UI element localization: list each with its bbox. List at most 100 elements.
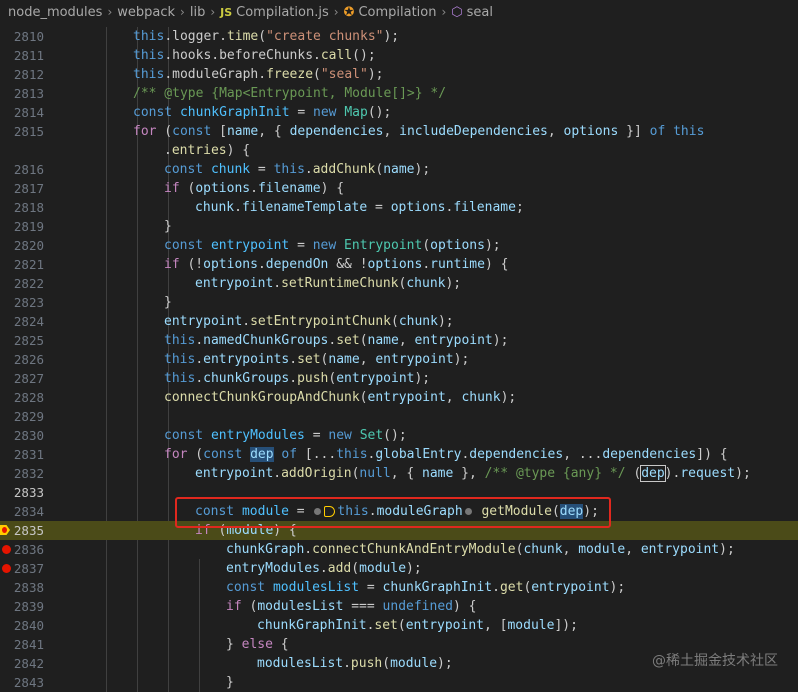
code-token: chunk xyxy=(461,390,501,405)
code-token: entrypoint xyxy=(210,238,290,253)
code-text: chunk.filenameTemplate = options.filenam… xyxy=(195,198,524,217)
code-line[interactable]: 2815 for (const [name, { dependencies, in… xyxy=(0,122,798,141)
line-number[interactable]: 2834 xyxy=(0,502,44,521)
code-line[interactable]: 2821 if (!options.dependOn && !options.ru… xyxy=(0,255,798,274)
code-token: } xyxy=(226,637,242,652)
line-number[interactable]: 2817 xyxy=(0,179,44,198)
line-number[interactable]: 2839 xyxy=(0,597,44,616)
line-number[interactable]: 2820 xyxy=(0,236,44,255)
line-number[interactable]: 2842 xyxy=(0,654,44,673)
line-number[interactable]: 2831 xyxy=(0,445,44,464)
code-text: this.namedChunkGroups.set(name, entrypoi… xyxy=(164,331,508,350)
line-number[interactable]: 2829 xyxy=(0,407,44,426)
code-token: for xyxy=(164,447,188,462)
breakpoint-icon[interactable] xyxy=(2,545,11,554)
line-number[interactable]: 2816 xyxy=(0,160,44,179)
breakpoint-icon[interactable] xyxy=(2,564,11,573)
code-line[interactable]: 2814 const chunkGraphInit = new Map(); xyxy=(0,103,798,122)
line-number[interactable]: 2841 xyxy=(0,635,44,654)
code-text: if (options.filename) { xyxy=(164,179,344,198)
code-line[interactable]: 2838 const modulesList = chunkGraphInit.g… xyxy=(0,578,798,597)
code-token: for xyxy=(133,124,157,139)
code-token: ( xyxy=(422,238,431,253)
breadcrumb-item-lib[interactable]: lib xyxy=(190,5,205,20)
code-line[interactable]: 2817 if (options.filename) { xyxy=(0,179,798,198)
line-number[interactable]: 2825 xyxy=(0,331,44,350)
code-line[interactable]: 2812 this.moduleGraph.freeze("seal"); xyxy=(0,65,798,84)
code-line[interactable]: 2828 connectChunkGroupAndChunk(entrypoint… xyxy=(0,388,798,407)
code-line[interactable]: 2813 /** @type {Map<Entrypoint, Module[]>… xyxy=(0,84,798,103)
code-line[interactable]: 2810 this.logger.time("create chunks"); xyxy=(0,27,798,46)
line-number[interactable]: 2819 xyxy=(0,217,44,236)
code-token: dependencies xyxy=(602,447,697,462)
line-number[interactable]: 2810 xyxy=(0,27,44,46)
code-line[interactable]: 2826 this.entrypoints.set(name, entrypoin… xyxy=(0,350,798,369)
line-number[interactable]: 2828 xyxy=(0,388,44,407)
code-line[interactable]: 2837 entryModules.add(module); xyxy=(0,559,798,578)
method-symbol-icon: ⬡ xyxy=(451,4,463,20)
code-token: (! xyxy=(179,257,204,272)
code-line[interactable]: 2827 this.chunkGroups.push(entrypoint); xyxy=(0,369,798,388)
line-number[interactable]: 2823 xyxy=(0,293,44,312)
line-number[interactable]: 2813 xyxy=(0,84,44,103)
line-number[interactable]: 2838 xyxy=(0,578,44,597)
line-number[interactable]: 2840 xyxy=(0,616,44,635)
code-token: }] xyxy=(618,124,650,139)
code-token: === xyxy=(343,599,383,614)
line-number[interactable]: 2826 xyxy=(0,350,44,369)
code-token: ); xyxy=(735,466,751,481)
line-number[interactable]: 2822 xyxy=(0,274,44,293)
breadcrumb-item-webpack[interactable]: webpack xyxy=(117,5,175,20)
line-number[interactable]: 2818 xyxy=(0,198,44,217)
code-line[interactable]: 2831 for (const dep of [...this.globalEnt… xyxy=(0,445,798,464)
code-text: const chunk = this.addChunk(name); xyxy=(164,160,430,179)
code-token: includeDependencies xyxy=(399,124,548,139)
code-line[interactable]: 2836 chunkGraph.connectChunkAndEntryModul… xyxy=(0,540,798,559)
code-token: ); xyxy=(414,162,431,177)
code-line[interactable]: 2816 const chunk = this.addChunk(name); xyxy=(0,160,798,179)
line-number[interactable]: 2833 xyxy=(0,483,44,502)
breadcrumb-item-file[interactable]: Compilation.js xyxy=(236,5,329,20)
code-token: entrypoint xyxy=(164,314,243,329)
code-line[interactable]: 2822 entrypoint.setRuntimeChunk(chunk); xyxy=(0,274,798,293)
code-editor[interactable]: 2810 this.logger.time("create chunks"); 28… xyxy=(0,27,798,692)
code-line[interactable]: 2811 this.hooks.beforeChunks.call(); xyxy=(0,46,798,65)
code-token: chunk xyxy=(398,314,438,329)
line-number[interactable]: 2843 xyxy=(0,673,44,692)
code-line[interactable]: 2839 if (modulesList === undefined) { xyxy=(0,597,798,616)
line-number[interactable]: 2821 xyxy=(0,255,44,274)
breadcrumb-item-class[interactable]: Compilation xyxy=(358,5,436,20)
code-text: this.moduleGraph.freeze("seal"); xyxy=(133,65,383,84)
line-number[interactable]: 2832 xyxy=(0,464,44,483)
line-number[interactable]: 2814 xyxy=(0,103,44,122)
code-token: filenameTemplate xyxy=(241,200,368,215)
line-number[interactable]: 2812 xyxy=(0,65,44,84)
breadcrumb-item-node-modules[interactable]: node_modules xyxy=(8,5,102,20)
code-token: this xyxy=(133,67,165,82)
code-line[interactable]: 2825 this.namedChunkGroups.set(name, entr… xyxy=(0,331,798,350)
code-line[interactable]: 2820 const entrypoint = new Entrypoint(op… xyxy=(0,236,798,255)
code-token: ( xyxy=(258,29,267,44)
line-number[interactable]: 2824 xyxy=(0,312,44,331)
line-number[interactable]: 2830 xyxy=(0,426,44,445)
code-token: entrypoint xyxy=(195,466,274,481)
code-line[interactable]: 2818 chunk.filenameTemplate = options.fil… xyxy=(0,198,798,217)
code-line[interactable]: 2843} xyxy=(0,673,798,692)
code-token: this xyxy=(273,162,305,177)
code-line[interactable]: 2823} xyxy=(0,293,798,312)
code-token: if xyxy=(164,257,180,272)
code-line[interactable]: 2824 entrypoint.setEntrypointChunk(chunk)… xyxy=(0,312,798,331)
code-token: name xyxy=(328,352,360,367)
line-number[interactable]: 2827 xyxy=(0,369,44,388)
line-number[interactable]: 2811 xyxy=(0,46,44,65)
code-line[interactable]: 2819} xyxy=(0,217,798,236)
code-line[interactable]: 2829 xyxy=(0,407,798,426)
code-line[interactable]: 2840 chunkGraphInit.set(entrypoint, [modu… xyxy=(0,616,798,635)
code-token: ( xyxy=(351,561,360,576)
code-line[interactable]: 2830 const entryModules = new Set(); xyxy=(0,426,798,445)
breadcrumb-item-method[interactable]: seal xyxy=(467,5,493,20)
code-token: ) { xyxy=(226,143,251,158)
code-line[interactable]: .entries) { xyxy=(0,141,798,160)
code-line[interactable]: 2832 entrypoint.addOrigin (null, { name },… xyxy=(0,464,798,483)
line-number[interactable]: 2815 xyxy=(0,122,44,141)
